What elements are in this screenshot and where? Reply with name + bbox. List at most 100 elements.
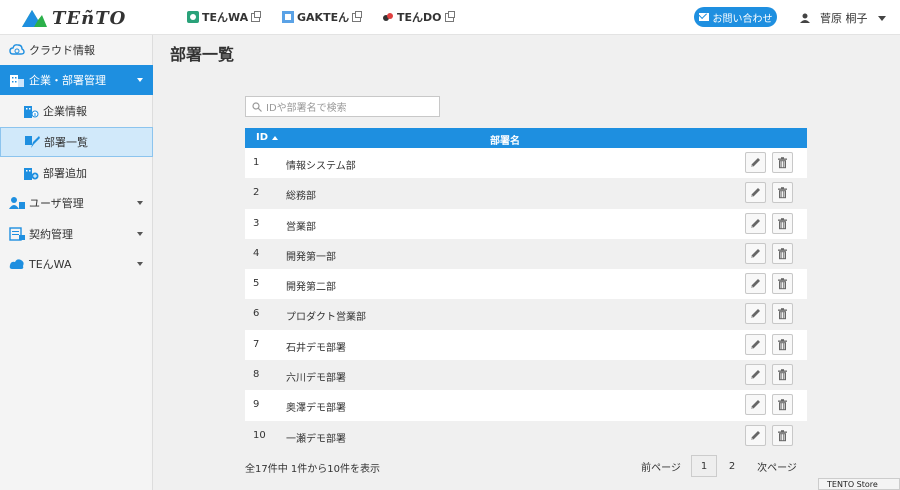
pencil-icon bbox=[749, 247, 762, 260]
sidebar-item-user-mgmt[interactable]: ユーザ管理 bbox=[0, 188, 153, 218]
delete-button[interactable] bbox=[772, 182, 793, 204]
trash-icon bbox=[776, 429, 789, 442]
cell-dept-name: 開発第二部 bbox=[286, 282, 336, 294]
edit-button[interactable] bbox=[745, 212, 766, 234]
sort-id-header[interactable]: ID bbox=[256, 132, 279, 143]
delete-button[interactable] bbox=[772, 394, 793, 416]
dept-add-icon bbox=[24, 168, 39, 180]
tento-logo[interactable]: TEñTO bbox=[20, 6, 126, 30]
pencil-icon bbox=[749, 156, 762, 169]
search-placeholder: IDや部署名で検索 bbox=[266, 103, 347, 114]
edit-button[interactable] bbox=[745, 364, 766, 386]
cloud-info-icon bbox=[9, 44, 25, 55]
edit-button[interactable] bbox=[745, 242, 766, 264]
sidebar: クラウド情報 企業・部署管理 企業情報 部署一覧 部署追加 ユーザ管理 契約管理… bbox=[0, 35, 153, 490]
cell-id: 9 bbox=[253, 399, 260, 411]
cell-dept-name: 六川デモ部署 bbox=[286, 373, 346, 385]
delete-button[interactable] bbox=[772, 242, 793, 264]
cell-dept-name: 石井デモ部署 bbox=[286, 342, 346, 354]
sidebar-item-label: 企業情報 bbox=[43, 105, 87, 118]
contact-label: お問い合わせ bbox=[712, 13, 773, 25]
next-page-link[interactable]: 次ページ bbox=[755, 455, 799, 477]
pencil-icon bbox=[749, 307, 762, 320]
sidebar-item-dept-add[interactable]: 部署追加 bbox=[0, 158, 153, 188]
sidebar-item-label: 企業・部署管理 bbox=[29, 74, 106, 87]
service-label: TEんWA bbox=[202, 11, 249, 24]
cell-dept-name: 情報システム部 bbox=[286, 161, 356, 172]
edit-button[interactable] bbox=[745, 424, 766, 446]
result-count: 全17件中 1件から10件を表示 bbox=[245, 464, 380, 475]
service-link-tenwa[interactable]: TEんWA bbox=[187, 9, 262, 25]
trash-icon bbox=[776, 338, 789, 351]
gakten-icon bbox=[282, 11, 294, 23]
page-2-link[interactable]: 2 bbox=[722, 455, 742, 477]
delete-button[interactable] bbox=[772, 152, 793, 173]
search-input[interactable]: IDや部署名で検索 bbox=[245, 96, 440, 117]
sidebar-item-dept-list[interactable]: 部署一覧 bbox=[0, 127, 153, 157]
cell-id: 5 bbox=[253, 278, 260, 290]
store-badge[interactable]: TENTO Store bbox=[818, 478, 900, 490]
service-link-tendo[interactable]: TEんDO bbox=[382, 9, 455, 25]
sidebar-item-tenwa[interactable]: TEんWA bbox=[0, 249, 153, 279]
edit-button[interactable] bbox=[745, 394, 766, 416]
pencil-icon bbox=[749, 368, 762, 381]
cell-id: 7 bbox=[253, 338, 260, 350]
external-link-icon bbox=[444, 10, 455, 22]
cell-id: 8 bbox=[253, 369, 260, 381]
delete-button[interactable] bbox=[772, 333, 793, 355]
edit-button[interactable] bbox=[745, 182, 766, 204]
trash-icon bbox=[776, 156, 789, 169]
dept-table: ID 部署名 1 情報システム部 2 総務部 3 営業部 4 開発第一部 5 開発第二部 6 プロダク… bbox=[245, 128, 807, 451]
sidebar-item-label: TEんWA bbox=[29, 258, 72, 271]
building-icon bbox=[10, 75, 24, 87]
cell-id: 4 bbox=[253, 247, 260, 259]
edit-button[interactable] bbox=[745, 273, 766, 295]
sidebar-item-company-info[interactable]: 企業情報 bbox=[0, 96, 153, 126]
edit-button[interactable] bbox=[745, 152, 766, 173]
user-menu[interactable]: 菅原 桐子 bbox=[800, 10, 886, 26]
cell-id: 10 bbox=[253, 429, 266, 441]
sidebar-item-label: ユーザ管理 bbox=[29, 197, 84, 210]
delete-button[interactable] bbox=[772, 364, 793, 386]
logo-text: TEñTO bbox=[52, 7, 127, 29]
cell-id: 3 bbox=[253, 217, 260, 229]
prev-page-link[interactable]: 前ページ bbox=[640, 455, 682, 477]
delete-button[interactable] bbox=[772, 212, 793, 234]
contact-button[interactable]: お問い合わせ bbox=[694, 7, 777, 27]
trash-icon bbox=[776, 398, 789, 411]
page-title: 部署一覧 bbox=[170, 45, 235, 64]
cell-dept-name: 営業部 bbox=[286, 221, 316, 233]
user-icon bbox=[800, 13, 810, 23]
cell-id: 6 bbox=[253, 308, 260, 320]
company-info-icon bbox=[24, 106, 39, 118]
contract-icon bbox=[9, 227, 25, 241]
sidebar-item-label: 契約管理 bbox=[29, 228, 73, 241]
page-1-button[interactable]: 1 bbox=[691, 455, 717, 477]
pencil-icon bbox=[749, 217, 762, 230]
delete-button[interactable] bbox=[772, 424, 793, 446]
delete-button[interactable] bbox=[772, 273, 793, 295]
trash-icon bbox=[776, 307, 789, 320]
sidebar-item-label: 部署追加 bbox=[43, 167, 87, 180]
table-row: 6 プロダクト営業部 bbox=[245, 299, 807, 330]
mail-icon bbox=[698, 13, 709, 21]
mountain-logo-icon bbox=[22, 10, 47, 27]
table-header: ID 部署名 bbox=[245, 128, 807, 148]
trash-icon bbox=[776, 247, 789, 260]
sidebar-item-contract-mgmt[interactable]: 契約管理 bbox=[0, 219, 153, 249]
cell-dept-name: 奥澤デモ部署 bbox=[286, 403, 346, 415]
trash-icon bbox=[776, 277, 789, 290]
column-header-name: 部署名 bbox=[490, 136, 520, 147]
sidebar-item-company-dept[interactable]: 企業・部署管理 bbox=[0, 65, 153, 95]
delete-button[interactable] bbox=[772, 303, 793, 325]
chevron-down-icon bbox=[137, 232, 143, 236]
table-row: 4 開発第一部 bbox=[245, 238, 807, 270]
edit-button[interactable] bbox=[745, 303, 766, 325]
users-icon bbox=[9, 197, 25, 209]
service-link-gakten[interactable]: GAKTEん bbox=[282, 9, 363, 25]
chevron-down-icon bbox=[137, 78, 143, 82]
sidebar-item-cloud-info[interactable]: クラウド情報 bbox=[0, 35, 153, 65]
cell-dept-name: 一瀬デモ部署 bbox=[286, 433, 346, 445]
sidebar-item-label: 部署一覧 bbox=[44, 136, 88, 149]
edit-button[interactable] bbox=[745, 333, 766, 355]
